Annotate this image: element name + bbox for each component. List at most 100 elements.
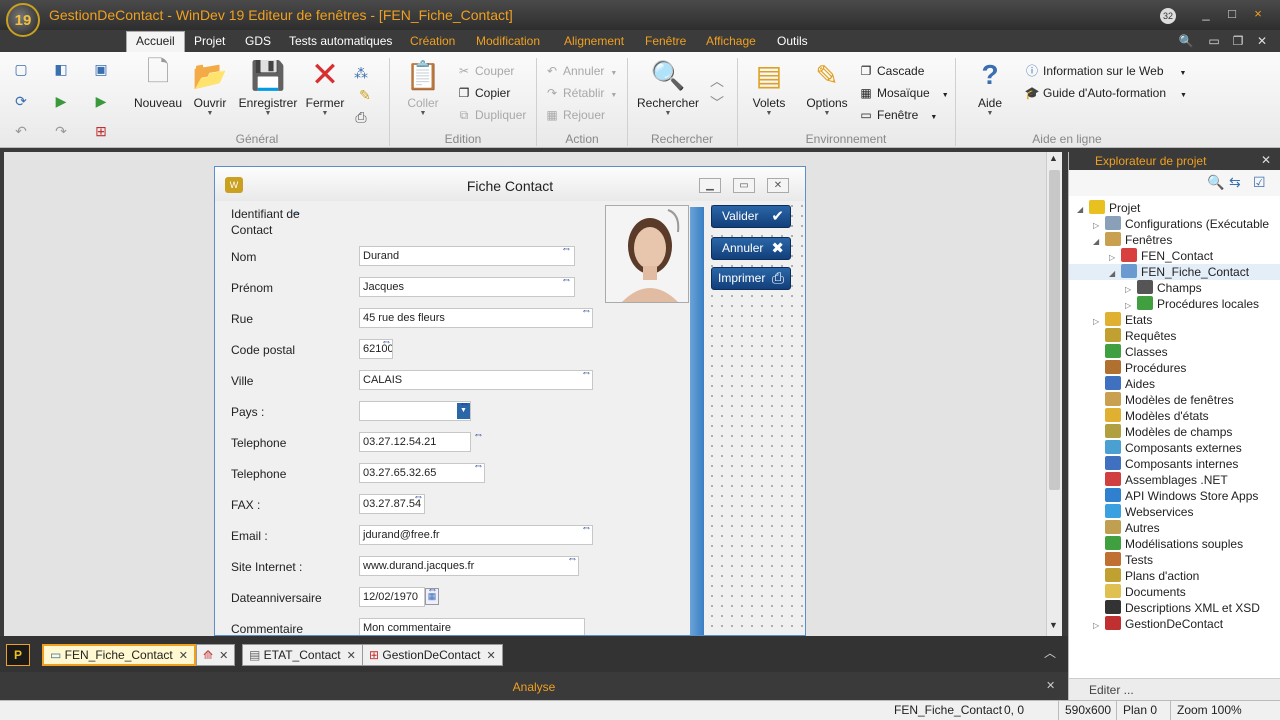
key-icon[interactable]: ✎: [356, 86, 374, 104]
tab-etat-contact[interactable]: ▤ ETAT_Contact ✕: [242, 644, 363, 666]
fermer-button[interactable]: ✕ Fermer ▼: [304, 56, 346, 118]
separator-bar[interactable]: [690, 207, 704, 635]
rechercher-button[interactable]: 🔍 Rechercher ▼: [636, 58, 700, 118]
tree-item[interactable]: Modélisations souples: [1069, 536, 1280, 552]
couper-button[interactable]: ✂ Couper: [456, 62, 514, 80]
project-tab-icon[interactable]: P: [6, 644, 30, 666]
imprimer-button[interactable]: Imprimer ⎙: [711, 267, 791, 290]
rue-field[interactable]: 45 rue des fleurs: [359, 308, 593, 328]
tab-unnamed[interactable]: ⟰ ✕: [196, 644, 236, 666]
form-minimize-icon[interactable]: ▁: [699, 178, 721, 193]
ville-field[interactable]: CALAIS: [359, 370, 593, 390]
analyse-bar[interactable]: Analyse: [0, 678, 1068, 696]
sync-icon[interactable]: ⇆: [1229, 174, 1241, 191]
tab-gestiondecontact[interactable]: ⊞ GestionDeContact ✕: [362, 644, 503, 666]
project-tree-icon[interactable]: ⊞: [92, 122, 110, 140]
tree-item[interactable]: Classes: [1069, 344, 1280, 360]
redo-icon[interactable]: ↷: [52, 122, 70, 140]
tree-item[interactable]: Documents: [1069, 584, 1280, 600]
tree-item[interactable]: Tests: [1069, 552, 1280, 568]
mosaique-button[interactable]: ▦ Mosaïque ▼: [858, 84, 948, 102]
tab-close-icon[interactable]: ✕: [347, 650, 356, 662]
prenom-field[interactable]: Jacques: [359, 277, 575, 297]
analyse-close-icon[interactable]: ✕: [1046, 679, 1055, 692]
tab-close-icon[interactable]: ✕: [486, 650, 495, 662]
copier-button[interactable]: ❐ Copier: [456, 84, 511, 102]
tree-item[interactable]: ◢ Fenêtres: [1069, 232, 1280, 248]
menu-modification[interactable]: Modification: [472, 33, 544, 51]
tree-item[interactable]: Descriptions XML et XSD: [1069, 600, 1280, 616]
coller-button[interactable]: 📋 Coller ▼: [398, 58, 448, 118]
form-maximize-icon[interactable]: ▭: [733, 178, 755, 193]
search-next-icon[interactable]: ﹀: [708, 94, 726, 112]
search-previous-icon[interactable]: ︿: [708, 72, 726, 90]
search-icon[interactable]: 🔍: [1207, 174, 1224, 191]
tree-item[interactable]: ◢ FEN_Fiche_Contact: [1069, 264, 1280, 280]
tree-item[interactable]: ▷ Configurations (Exécutable: [1069, 216, 1280, 232]
open-file-icon[interactable]: ◧: [52, 60, 70, 78]
tree-item[interactable]: Modèles de fenêtres: [1069, 392, 1280, 408]
search-icon[interactable]: 🔍: [1176, 33, 1196, 49]
guide-button[interactable]: 🎓 Guide d'Auto-formation ▼: [1024, 84, 1187, 102]
contact-photo[interactable]: [605, 205, 689, 303]
info-web-button[interactable]: ⓘ Information sur le Web ▼: [1024, 62, 1186, 80]
dateanniversaire-field[interactable]: 12/02/1970: [359, 587, 425, 607]
print-icon[interactable]: ⎙: [352, 108, 370, 126]
go-test-icon[interactable]: ▶: [92, 92, 110, 110]
expanded-triangle-icon[interactable]: ◢: [1093, 234, 1105, 250]
move-icon[interactable]: ⁂: [352, 64, 370, 82]
tree-item[interactable]: ▷ FEN_Contact: [1069, 248, 1280, 264]
rejouer-button[interactable]: ▦ Rejouer: [544, 106, 605, 124]
menu-outils[interactable]: Outils: [773, 33, 812, 51]
ouvrir-button[interactable]: 📂 Ouvrir ▼: [188, 58, 232, 118]
cascade-button[interactable]: ❐ Cascade: [858, 62, 925, 80]
tree-item[interactable]: Assemblages .NET: [1069, 472, 1280, 488]
tree-item[interactable]: Modèles d'états: [1069, 408, 1280, 424]
commentaire-field[interactable]: Mon commentaire: [359, 618, 585, 635]
scrollbar-thumb[interactable]: [1049, 170, 1060, 490]
menu-accueil[interactable]: Accueil: [126, 31, 185, 52]
annuler-button[interactable]: Annuler ✖: [711, 237, 791, 260]
tree-item[interactable]: Requêtes: [1069, 328, 1280, 344]
site-internet-field[interactable]: www.durand.jacques.fr: [359, 556, 579, 576]
tree-item[interactable]: Modèles de champs: [1069, 424, 1280, 440]
minimize-button[interactable]: _: [1194, 5, 1218, 23]
options-button[interactable]: ✎ Options ▼: [802, 58, 852, 118]
volets-button[interactable]: ▤ Volets ▼: [746, 58, 792, 118]
new-file-icon[interactable]: ▢: [12, 60, 30, 78]
menu-gds[interactable]: GDS: [241, 33, 275, 51]
fenetre-button[interactable]: ▭ Fenêtre ▼: [858, 106, 937, 124]
refresh-icon[interactable]: ⟳: [12, 92, 30, 110]
tree-item[interactable]: API Windows Store Apps: [1069, 488, 1280, 504]
tree-item[interactable]: Webservices: [1069, 504, 1280, 520]
tree-item[interactable]: ▷ Champs: [1069, 280, 1280, 296]
tab-fen-fiche-contact[interactable]: ▭ FEN_Fiche_Contact ✕: [42, 644, 196, 666]
expanded-triangle-icon[interactable]: ◢: [1077, 202, 1089, 218]
valider-button[interactable]: Valider ✔: [711, 205, 791, 228]
restore-down-icon[interactable]: ▭: [1204, 33, 1224, 49]
retablir-button[interactable]: ↷ Rétablir ▼: [544, 84, 617, 102]
tree-item[interactable]: ◢ Projet: [1069, 200, 1280, 216]
form-close-icon[interactable]: ✕: [767, 178, 789, 193]
menu-creation[interactable]: Création: [406, 33, 459, 51]
menu-affichage[interactable]: Affichage: [702, 33, 760, 51]
maximize-button[interactable]: □: [1220, 5, 1244, 23]
tree-item[interactable]: Aides: [1069, 376, 1280, 392]
tab-close-icon[interactable]: ✕: [219, 650, 228, 662]
tree-item[interactable]: ▷ GestionDeContact: [1069, 616, 1280, 632]
pays-combo[interactable]: [359, 401, 471, 421]
tree-item[interactable]: Procédures: [1069, 360, 1280, 376]
dupliquer-button[interactable]: ⧉ Dupliquer: [456, 106, 527, 124]
doc-close-icon[interactable]: ✕: [1252, 33, 1272, 49]
nouveau-button[interactable]: 🗋 Nouveau: [132, 56, 184, 110]
expanded-triangle-icon[interactable]: ◢: [1109, 266, 1121, 282]
close-window-button[interactable]: ×: [1246, 5, 1270, 23]
nom-field[interactable]: Durand: [359, 246, 575, 266]
save-all-icon[interactable]: ▣: [92, 60, 110, 78]
tree-item[interactable]: Composants externes: [1069, 440, 1280, 456]
menu-tests-automatiques[interactable]: Tests automatiques: [285, 33, 396, 51]
editor-scrollbar[interactable]: ▲ ▼: [1046, 152, 1062, 636]
telephone-2-field[interactable]: 03.27.65.32.65: [359, 463, 485, 483]
menu-projet[interactable]: Projet: [190, 33, 229, 51]
go-icon[interactable]: ▶: [52, 92, 70, 110]
